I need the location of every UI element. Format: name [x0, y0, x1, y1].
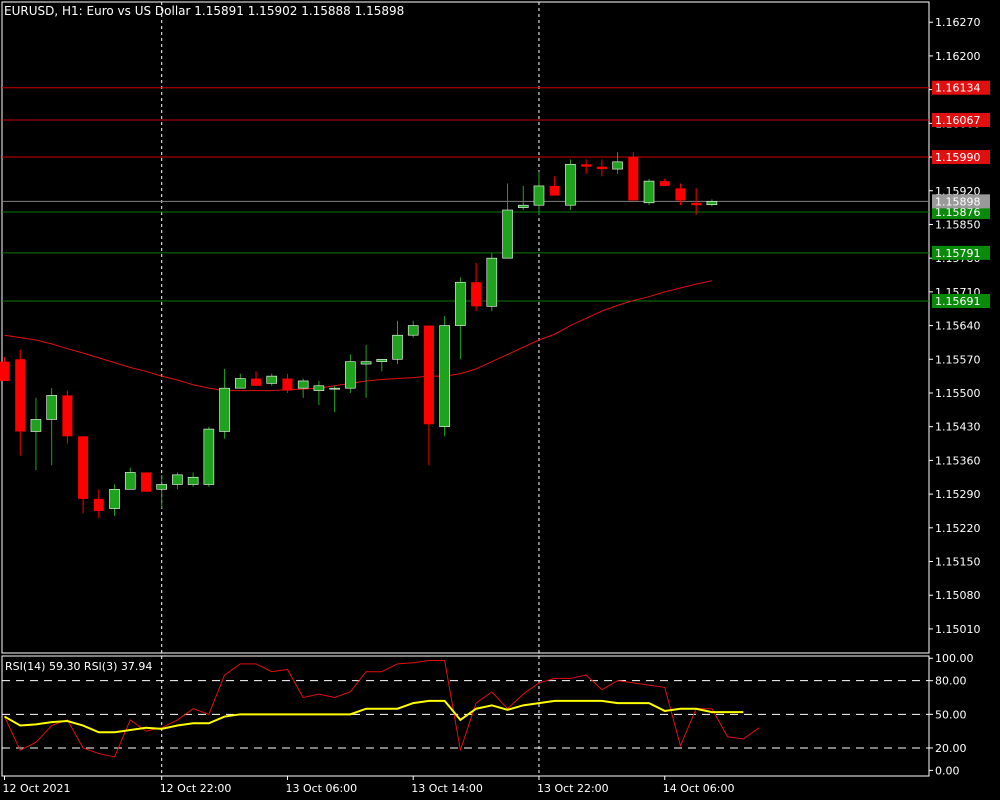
- candle-body[interactable]: [187, 476, 199, 485]
- time-tick-label: 12 Oct 22:00: [160, 782, 232, 795]
- price-tick-label: 1.16270: [935, 16, 981, 29]
- price-tick-label: 1.15080: [935, 589, 981, 602]
- header-symbol: EURUSD: [4, 4, 54, 18]
- candle-body[interactable]: [565, 163, 576, 206]
- candle-body[interactable]: [0, 361, 10, 381]
- candle-body[interactable]: [15, 359, 26, 432]
- level-label-green: 1.15791: [935, 247, 981, 260]
- level-label-red: 1.15990: [935, 151, 981, 164]
- candle-body[interactable]: [471, 282, 482, 307]
- rsi-tick-label: 100.00: [935, 652, 974, 665]
- header-timeframe: H1: [62, 4, 79, 18]
- rsi-tick-label: 20.00: [935, 742, 967, 755]
- candle-body[interactable]: [109, 488, 120, 509]
- rsi14-line: [4, 699, 744, 734]
- candle-body[interactable]: [140, 472, 151, 492]
- candle-body[interactable]: [93, 498, 104, 511]
- current-price-label: 1.15898: [935, 195, 981, 208]
- candle-body[interactable]: [376, 358, 388, 362]
- price-tick-label: 1.15850: [935, 218, 981, 231]
- candle-body[interactable]: [581, 164, 592, 167]
- candle-body[interactable]: [596, 166, 607, 170]
- header-high: 1.15902: [248, 4, 298, 18]
- candle-body[interactable]: [313, 385, 325, 391]
- candle-body[interactable]: [251, 378, 262, 386]
- candle-body[interactable]: [691, 202, 702, 206]
- time-tick-label: 12 Oct 2021: [3, 782, 71, 795]
- candle-body[interactable]: [455, 281, 466, 326]
- candle-body[interactable]: [360, 361, 372, 365]
- time-tick-label: 13 Oct 14:00: [411, 782, 483, 795]
- candle-body[interactable]: [659, 181, 670, 186]
- candle-body[interactable]: [30, 419, 42, 432]
- candle-body[interactable]: [533, 185, 545, 206]
- rsi-tick-label: 80.00: [935, 675, 967, 688]
- candle-body[interactable]: [172, 474, 183, 485]
- level-label-red: 1.16067: [935, 114, 981, 127]
- header-open: 1.15891: [194, 4, 244, 18]
- candle-body[interactable]: [235, 378, 246, 389]
- main-chart-frame: [1, 1, 930, 654]
- price-tick-label: 1.16200: [935, 50, 981, 63]
- candle-body[interactable]: [675, 188, 686, 201]
- price-tick-label: 1.15640: [935, 320, 981, 333]
- candle-body[interactable]: [345, 361, 356, 389]
- time-tick-label: 13 Oct 22:00: [537, 782, 609, 795]
- price-tick-label: 1.15290: [935, 488, 981, 501]
- chart-window[interactable]: 1.162701.162001.161301.160601.159901.159…: [0, 0, 1000, 800]
- candle-body[interactable]: [517, 204, 529, 208]
- header-close: 1.15898: [355, 4, 405, 18]
- candle-body[interactable]: [266, 375, 278, 384]
- time-tick-label: 14 Oct 06:00: [663, 782, 735, 795]
- level-label-red: 1.16134: [935, 82, 981, 95]
- candle-body[interactable]: [407, 325, 419, 336]
- candle-body[interactable]: [549, 185, 560, 196]
- time-tick-label: 13 Oct 06:00: [285, 782, 357, 795]
- price-tick-label: 1.15220: [935, 522, 981, 535]
- moving-average-line: [4, 280, 713, 392]
- candle-body[interactable]: [706, 201, 718, 206]
- candle-body[interactable]: [219, 387, 230, 432]
- candle-body[interactable]: [124, 472, 136, 490]
- price-tick-label: 1.15500: [935, 387, 981, 400]
- price-tick-label: 1.15150: [935, 556, 981, 569]
- candle-body[interactable]: [282, 378, 293, 391]
- candle-body[interactable]: [329, 387, 340, 390]
- candle-body[interactable]: [423, 325, 434, 425]
- candle-body[interactable]: [643, 180, 655, 204]
- price-tick-label: 1.15360: [935, 454, 981, 467]
- price-tick-label: 1.15430: [935, 421, 981, 434]
- price-chart[interactable]: 1.162701.162001.161301.160601.159901.159…: [0, 0, 1000, 800]
- candle-body[interactable]: [156, 484, 167, 490]
- level-label-green: 1.15691: [935, 295, 981, 308]
- header-description: Euro vs US Dollar: [87, 4, 191, 18]
- price-tick-label: 1.15010: [935, 623, 981, 636]
- candle-body[interactable]: [392, 334, 403, 360]
- candle-body[interactable]: [297, 380, 309, 389]
- candle-body[interactable]: [203, 428, 215, 485]
- rsi-tick-label: 0.00: [935, 764, 960, 777]
- candle-body[interactable]: [612, 161, 623, 170]
- candle-body[interactable]: [78, 436, 89, 499]
- chart-header: EURUSD, H1: Euro vs US Dollar 1.15891 1.…: [4, 4, 404, 18]
- rsi-header: RSI(14) 59.30 RSI(3) 37.94: [5, 660, 152, 673]
- candle-body[interactable]: [46, 395, 57, 420]
- price-tick-label: 1.15570: [935, 353, 981, 366]
- candle-body[interactable]: [439, 325, 450, 427]
- candle-body[interactable]: [62, 395, 73, 437]
- candle-body[interactable]: [486, 257, 498, 307]
- rsi-tick-label: 50.00: [935, 708, 967, 721]
- candle-body[interactable]: [502, 209, 513, 259]
- header-low: 1.15888: [301, 4, 351, 18]
- candle-body[interactable]: [628, 157, 639, 201]
